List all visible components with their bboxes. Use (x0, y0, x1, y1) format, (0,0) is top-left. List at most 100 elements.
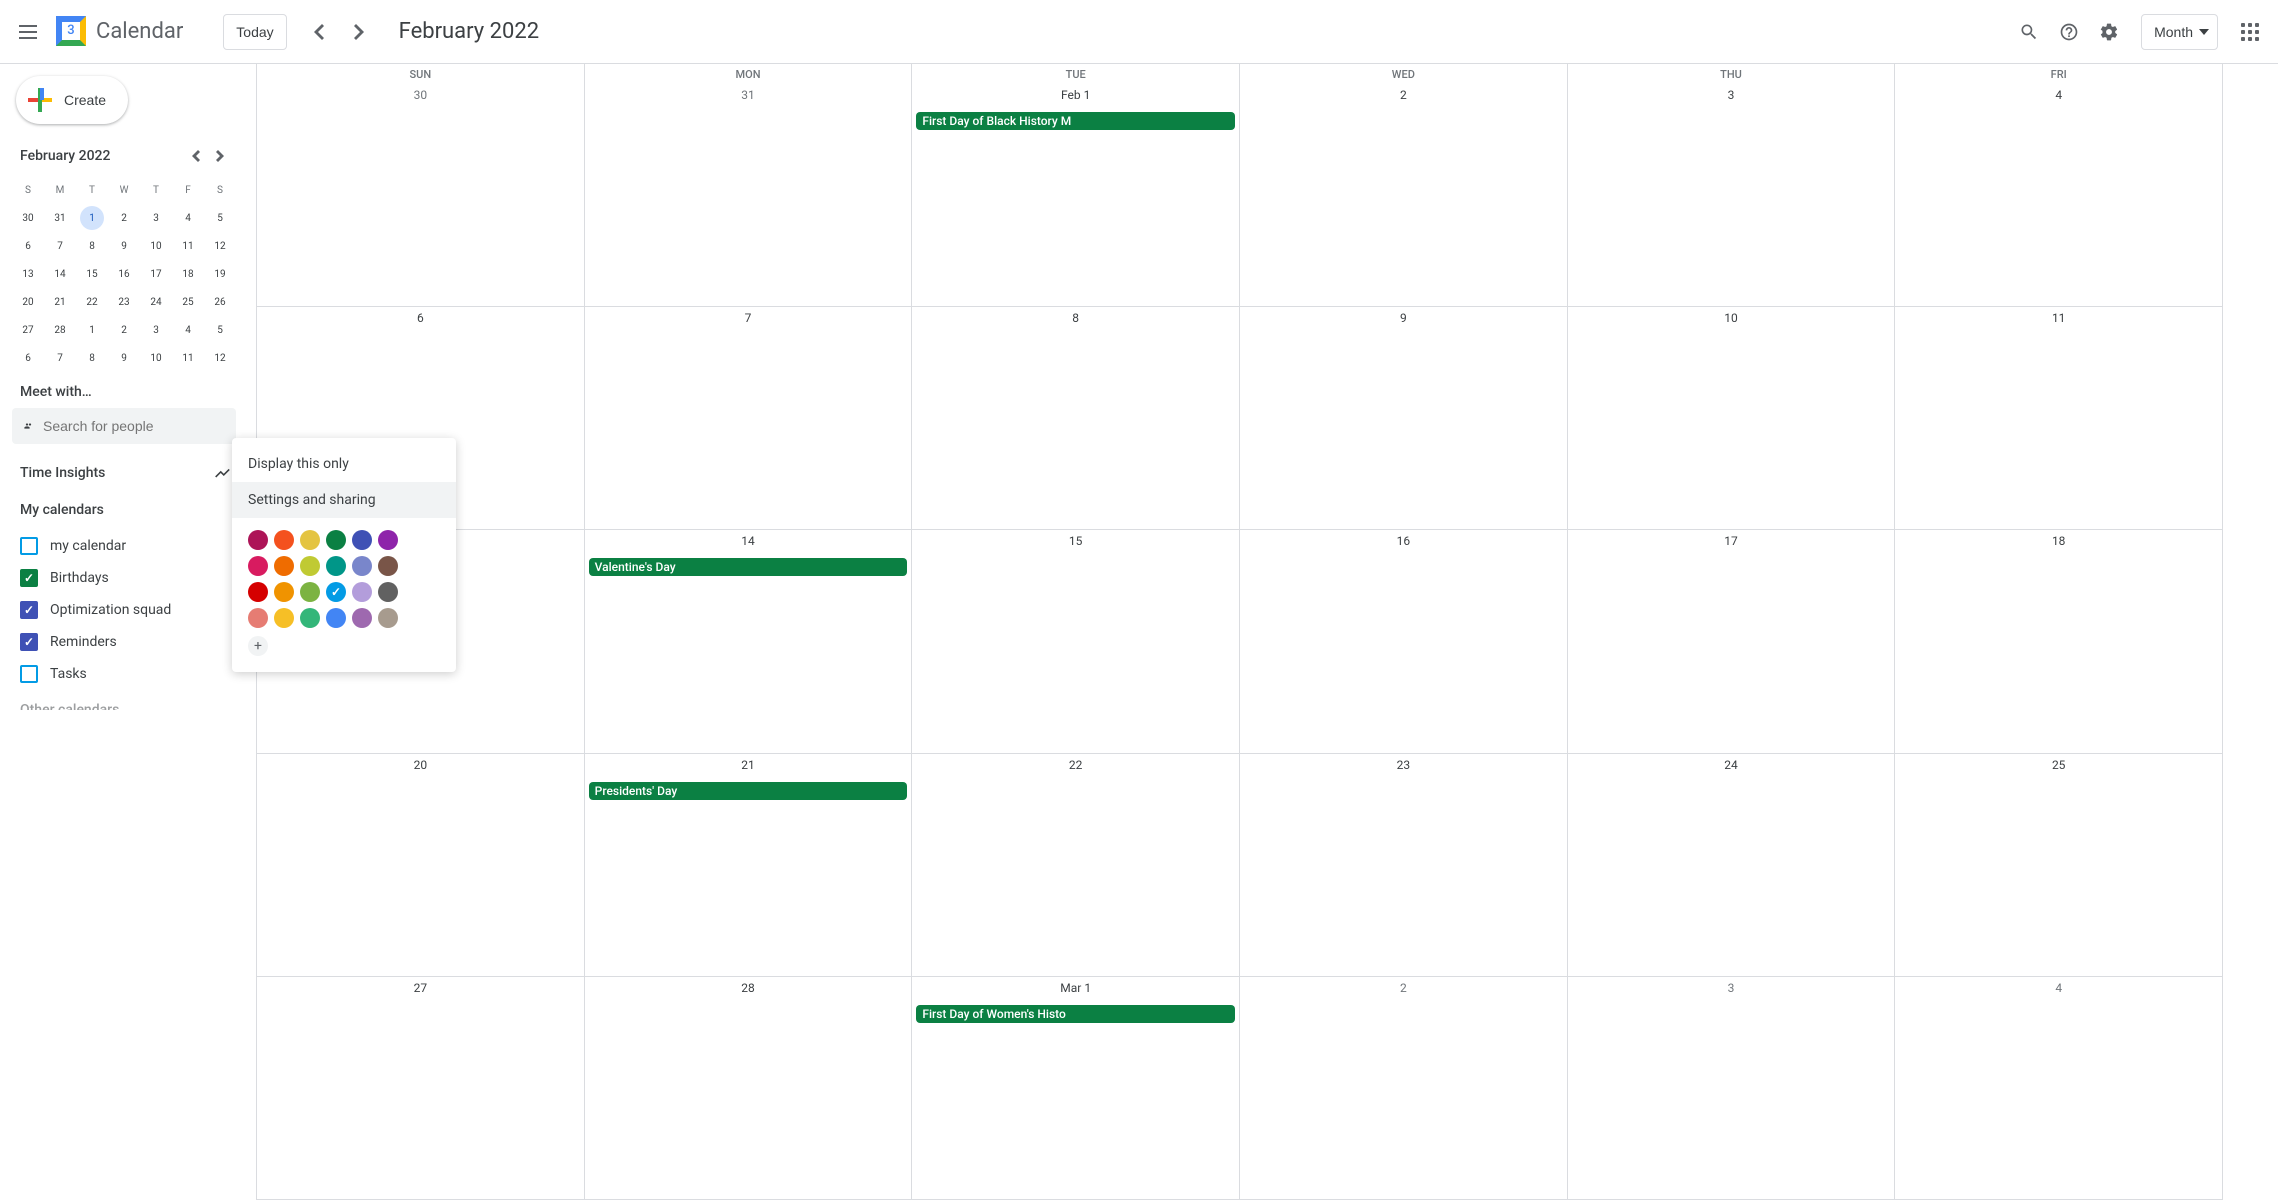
color-swatch[interactable] (352, 530, 372, 550)
mini-day[interactable]: 12 (204, 232, 236, 260)
color-swatch[interactable] (352, 608, 372, 628)
mini-day[interactable]: 4 (172, 204, 204, 232)
color-swatch[interactable] (352, 556, 372, 576)
color-swatch[interactable] (300, 608, 320, 628)
event-chip[interactable]: Presidents' Day (589, 782, 908, 800)
view-selector[interactable]: Month (2141, 14, 2218, 50)
color-swatch[interactable] (300, 582, 320, 602)
color-swatch[interactable] (326, 608, 346, 628)
mini-day[interactable]: 17 (140, 260, 172, 288)
day-cell[interactable]: 2 (1240, 977, 1568, 1199)
my-calendars-title[interactable]: My calendars (12, 490, 236, 526)
event-chip[interactable]: Valentine's Day (589, 558, 908, 576)
search-people-field[interactable] (12, 408, 236, 444)
event-chip[interactable]: First Day of Women's Histo (916, 1005, 1235, 1023)
mini-day[interactable]: 10 (140, 232, 172, 260)
color-swatch[interactable] (378, 608, 398, 628)
mini-day[interactable]: 19 (204, 260, 236, 288)
mini-day[interactable]: 12 (204, 344, 236, 372)
menu-display-only[interactable]: Display this only (232, 446, 456, 482)
mini-day[interactable]: 23 (108, 288, 140, 316)
day-cell[interactable]: 21Presidents' Day (585, 754, 913, 976)
color-swatch[interactable] (300, 556, 320, 576)
mini-day[interactable]: 5 (204, 204, 236, 232)
mini-day[interactable]: 20 (12, 288, 44, 316)
day-cell[interactable]: 24 (1568, 754, 1896, 976)
add-custom-color[interactable]: + (248, 636, 268, 656)
mini-day[interactable]: 26 (204, 288, 236, 316)
color-swatch[interactable] (326, 582, 346, 602)
calendar-item[interactable]: Birthdays (12, 562, 236, 594)
next-period-button[interactable] (339, 12, 379, 52)
color-swatch[interactable] (274, 530, 294, 550)
color-swatch[interactable] (378, 582, 398, 602)
day-cell[interactable]: 3 (1568, 977, 1896, 1199)
time-insights-row[interactable]: Time Insights (12, 456, 236, 490)
mini-day[interactable]: 8 (76, 344, 108, 372)
mini-day[interactable]: 27 (12, 316, 44, 344)
day-cell[interactable]: 18 (1895, 530, 2222, 752)
google-apps-button[interactable] (2230, 12, 2270, 52)
day-cell[interactable]: Feb 1First Day of Black History M (912, 84, 1240, 306)
mini-day[interactable]: 15 (76, 260, 108, 288)
day-cell[interactable]: 30 (257, 84, 585, 306)
day-cell[interactable]: 4 (1895, 977, 2222, 1199)
color-swatch[interactable] (274, 608, 294, 628)
mini-day[interactable]: 11 (172, 344, 204, 372)
mini-day[interactable]: 25 (172, 288, 204, 316)
other-calendars-title[interactable]: Other calendars (12, 690, 236, 710)
day-cell[interactable]: 8 (912, 307, 1240, 529)
color-swatch[interactable] (378, 556, 398, 576)
color-swatch[interactable] (248, 582, 268, 602)
mini-day[interactable]: 4 (172, 316, 204, 344)
mini-day[interactable]: 6 (12, 232, 44, 260)
day-cell[interactable]: 2 (1240, 84, 1568, 306)
event-chip[interactable]: First Day of Black History M (916, 112, 1235, 130)
mini-day[interactable]: 2 (108, 316, 140, 344)
mini-day[interactable]: 10 (140, 344, 172, 372)
mini-day[interactable]: 3 (140, 316, 172, 344)
calendar-checkbox[interactable] (20, 601, 38, 619)
mini-day[interactable]: 1 (76, 204, 108, 232)
calendar-item[interactable]: Reminders (12, 626, 236, 658)
mini-day[interactable]: 31 (44, 204, 76, 232)
color-swatch[interactable] (326, 530, 346, 550)
day-cell[interactable]: 23 (1240, 754, 1568, 976)
mini-day[interactable]: 3 (140, 204, 172, 232)
search-people-input[interactable] (43, 418, 224, 434)
today-button[interactable]: Today (223, 14, 286, 50)
mini-day[interactable]: 9 (108, 344, 140, 372)
mini-day[interactable]: 13 (12, 260, 44, 288)
color-swatch[interactable] (248, 608, 268, 628)
calendar-checkbox[interactable] (20, 537, 38, 555)
day-cell[interactable]: 10 (1568, 307, 1896, 529)
day-cell[interactable]: 28 (585, 977, 913, 1199)
settings-button[interactable] (2089, 12, 2129, 52)
calendar-item[interactable]: my calendar (12, 530, 236, 562)
color-swatch[interactable] (326, 556, 346, 576)
mini-day[interactable]: 18 (172, 260, 204, 288)
color-swatch[interactable] (248, 530, 268, 550)
color-swatch[interactable] (274, 556, 294, 576)
color-swatch[interactable] (378, 530, 398, 550)
day-cell[interactable]: 17 (1568, 530, 1896, 752)
mini-prev-button[interactable] (184, 144, 208, 168)
mini-day[interactable]: 28 (44, 316, 76, 344)
mini-day[interactable]: 6 (12, 344, 44, 372)
mini-day[interactable]: 7 (44, 232, 76, 260)
support-button[interactable] (2049, 12, 2089, 52)
mini-day[interactable]: 14 (44, 260, 76, 288)
day-cell[interactable]: 27 (257, 977, 585, 1199)
day-cell[interactable]: 16 (1240, 530, 1568, 752)
day-cell[interactable]: 7 (585, 307, 913, 529)
mini-day[interactable]: 1 (76, 316, 108, 344)
mini-day[interactable]: 22 (76, 288, 108, 316)
search-button[interactable] (2009, 12, 2049, 52)
mini-next-button[interactable] (208, 144, 232, 168)
mini-day[interactable]: 11 (172, 232, 204, 260)
day-cell[interactable]: 31 (585, 84, 913, 306)
calendar-item[interactable]: Optimization squad (12, 594, 236, 626)
main-menu-button[interactable] (8, 12, 48, 52)
create-button[interactable]: Create (16, 76, 128, 124)
mini-day[interactable]: 24 (140, 288, 172, 316)
